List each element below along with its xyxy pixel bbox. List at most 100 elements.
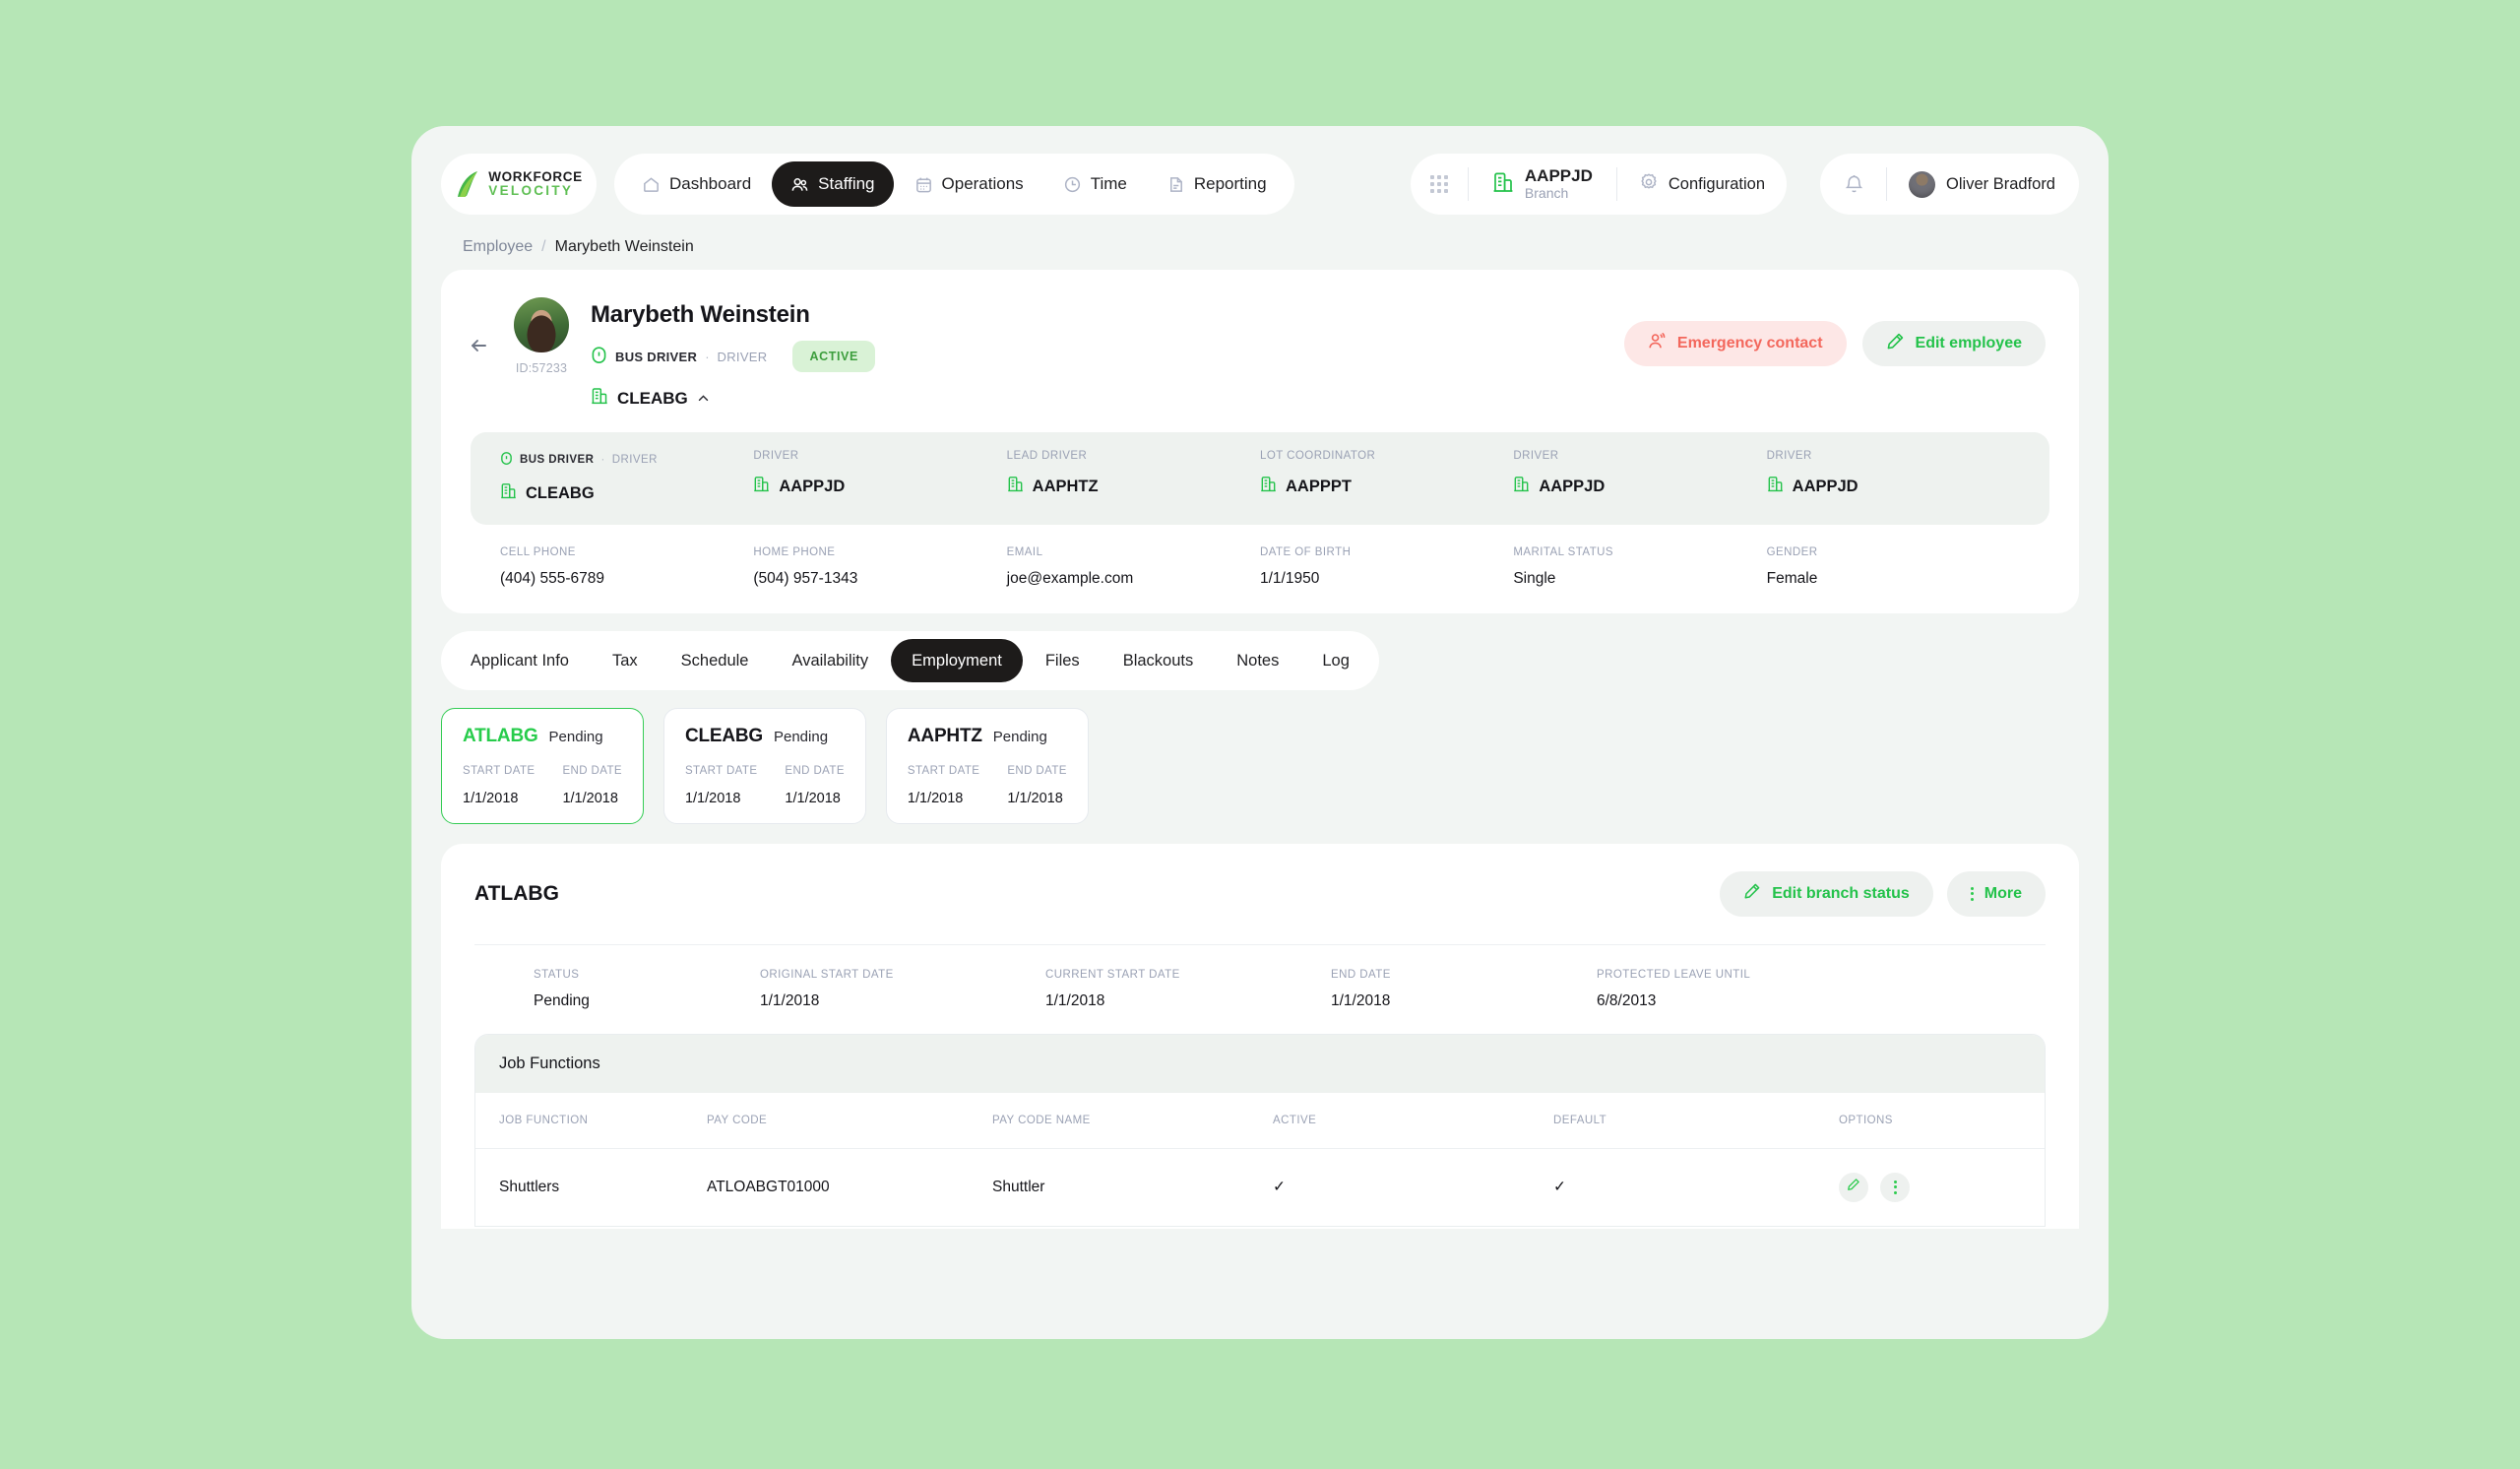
- branch-card-atlabg[interactable]: ATLABG Pending START DATE 1/1/2018 END D…: [441, 708, 644, 824]
- emergency-contact-button[interactable]: Emergency contact: [1623, 321, 1847, 366]
- contact-field: EMAIL joe@example.com: [1007, 546, 1260, 588]
- more-button[interactable]: More: [1946, 870, 2046, 917]
- tab-employment[interactable]: Employment: [891, 639, 1023, 682]
- contact-value: (504) 957-1343: [753, 570, 858, 587]
- nav-label: Dashboard: [669, 174, 752, 193]
- role-label-dot: ·: [600, 453, 605, 466]
- tab-notes[interactable]: Notes: [1216, 639, 1299, 682]
- bell-icon[interactable]: [1844, 174, 1864, 195]
- app-grid-icon[interactable]: [1429, 175, 1448, 193]
- brand-wordmark: WORKFORCE VELOCITY: [488, 170, 582, 198]
- edit-branch-status-button[interactable]: Edit branch status: [1720, 870, 1933, 917]
- back-arrow-icon[interactable]: [467, 333, 492, 358]
- tab-log[interactable]: Log: [1301, 639, 1370, 682]
- nav-item-time[interactable]: Time: [1044, 161, 1146, 207]
- cell-default-check: ✓: [1553, 1179, 1566, 1196]
- table-row[interactable]: Shuttlers ATLOABGT01000 Shuttler ✓ ✓: [475, 1148, 2045, 1226]
- leaf-swoosh-icon: [455, 169, 480, 199]
- tab-schedule[interactable]: Schedule: [661, 639, 770, 682]
- branch-selector[interactable]: AAPPJD Branch: [1469, 166, 1616, 202]
- employee-photo-column: ID:57233: [506, 297, 577, 375]
- nav-label: Reporting: [1193, 174, 1267, 193]
- employee-summary-card: ID:57233 Marybeth Weinstein BUS DRIVER ·…: [441, 270, 2079, 613]
- role-label-main: BUS DRIVER: [520, 453, 595, 466]
- job-functions-section: Job Functions JOB FUNCTION PAY CODE PAY …: [474, 1033, 2046, 1227]
- employee-info: Marybeth Weinstein BUS DRIVER · DRIVER A…: [591, 297, 875, 411]
- breadcrumb-employee-link[interactable]: Employee: [463, 238, 533, 256]
- tab-files[interactable]: Files: [1025, 639, 1101, 682]
- contact-label: EMAIL: [1006, 546, 1043, 558]
- badge-id-icon: [591, 345, 607, 369]
- edit-employee-button[interactable]: Edit employee: [1861, 321, 2046, 366]
- job-functions-title: Job Functions: [475, 1034, 2045, 1093]
- user-avatar[interactable]: [1909, 170, 1936, 198]
- employee-avatar: [514, 297, 569, 352]
- nav-item-staffing[interactable]: Staffing: [772, 161, 894, 207]
- tab-tax[interactable]: Tax: [592, 639, 659, 682]
- role-assignment-cell[interactable]: BUS DRIVER · DRIVER CLEABG: [500, 450, 753, 505]
- tab-blackouts[interactable]: Blackouts: [1102, 639, 1215, 682]
- user-name[interactable]: Oliver Bradford: [1946, 175, 2055, 194]
- pencil-icon: [1886, 332, 1905, 355]
- start-date-label: START DATE: [684, 765, 758, 777]
- role-assignment-cell[interactable]: DRIVER AAPPJD: [1513, 450, 1766, 505]
- role-label-sub: DRIVER: [1766, 450, 1812, 462]
- role-label-sub: DRIVER: [753, 450, 799, 462]
- col-pay-code-name: PAY CODE NAME: [992, 1092, 1273, 1149]
- branch-card-aaphtz[interactable]: AAPHTZ Pending START DATE 1/1/2018 END D…: [885, 708, 1089, 824]
- divider: [1886, 167, 1888, 201]
- role-assignment-cell[interactable]: LEAD DRIVER AAPHTZ: [1007, 450, 1260, 505]
- col-active: ACTIVE: [1273, 1092, 1553, 1149]
- role-assignment-cell[interactable]: LOT COORDINATOR AAPPPT: [1260, 450, 1513, 505]
- end-date-value: 1/1/2018: [785, 790, 841, 806]
- branch-detail-meta: STATUS Pending ORIGINAL START DATE 1/1/2…: [441, 945, 2079, 1020]
- branch-detail-header: ATLABG Edit branch status More: [441, 844, 2079, 917]
- role-branch-code: AAPHTZ: [1032, 477, 1099, 495]
- meta-field: STATUS Pending: [534, 969, 760, 1010]
- employee-header: ID:57233 Marybeth Weinstein BUS DRIVER ·…: [441, 270, 2079, 432]
- nav-item-reporting[interactable]: Reporting: [1148, 161, 1286, 207]
- start-date-value: 1/1/2018: [463, 790, 519, 806]
- contact-label: HOME PHONE: [753, 546, 836, 558]
- brand-logo[interactable]: WORKFORCE VELOCITY: [441, 154, 597, 215]
- configuration-button[interactable]: Configuration: [1617, 172, 1765, 197]
- role-branch-code: AAPPPT: [1286, 477, 1352, 495]
- nav-item-operations[interactable]: Operations: [896, 161, 1042, 207]
- role-branch-code: CLEABG: [526, 483, 595, 502]
- contact-value: (404) 555-6789: [500, 570, 604, 587]
- nav-item-dashboard[interactable]: Dashboard: [623, 161, 770, 207]
- role-assignment-label: LOT COORDINATOR: [1260, 450, 1513, 462]
- branch-text: AAPPJD Branch: [1525, 166, 1593, 202]
- building-icon: [591, 386, 608, 411]
- start-date-value: 1/1/2018: [684, 790, 741, 806]
- contact-field: GENDER Female: [1767, 546, 2020, 588]
- role-assignment-value: AAPPJD: [753, 475, 1006, 498]
- role-assignment-cell[interactable]: DRIVER AAPPJD: [753, 450, 1006, 505]
- tab-availability[interactable]: Availability: [771, 639, 889, 682]
- clock-icon: [1063, 175, 1082, 194]
- chevron-up-icon[interactable]: [697, 392, 710, 405]
- tab-applicant-info[interactable]: Applicant Info: [450, 639, 590, 682]
- contact-field: DATE OF BIRTH 1/1/1950: [1260, 546, 1513, 588]
- meta-label: PROTECTED LEAVE UNTIL: [1597, 968, 1751, 981]
- branch-card-status: Pending: [773, 729, 829, 745]
- end-date-value: 1/1/2018: [1007, 790, 1063, 806]
- badge-id-icon: [500, 450, 513, 469]
- pencil-icon: [1847, 1178, 1860, 1196]
- row-edit-button[interactable]: [1839, 1172, 1868, 1202]
- cell-options: [1839, 1148, 2045, 1226]
- role-assignment-cell[interactable]: DRIVER AAPPJD: [1767, 450, 2020, 505]
- branch-card-dates: START DATE 1/1/2018 END DATE 1/1/2018: [685, 763, 845, 806]
- pencil-icon: [1743, 882, 1761, 905]
- meta-label: END DATE: [1331, 968, 1391, 981]
- employee-branch-row[interactable]: CLEABG: [591, 386, 875, 411]
- cell-job-function: Shuttlers: [499, 1178, 560, 1195]
- role-assignment-label: BUS DRIVER · DRIVER: [500, 450, 753, 469]
- row-more-button[interactable]: [1880, 1172, 1911, 1202]
- building-icon: [1513, 475, 1530, 498]
- branch-card-header: ATLABG Pending: [463, 726, 622, 747]
- branch-card-cleabg[interactable]: CLEABG Pending START DATE 1/1/2018 END D…: [662, 708, 866, 824]
- branch-card-status: Pending: [548, 729, 603, 745]
- contact-value: joe@example.com: [1006, 570, 1134, 587]
- meta-field: PROTECTED LEAVE UNTIL 6/8/2013: [1597, 969, 2046, 1010]
